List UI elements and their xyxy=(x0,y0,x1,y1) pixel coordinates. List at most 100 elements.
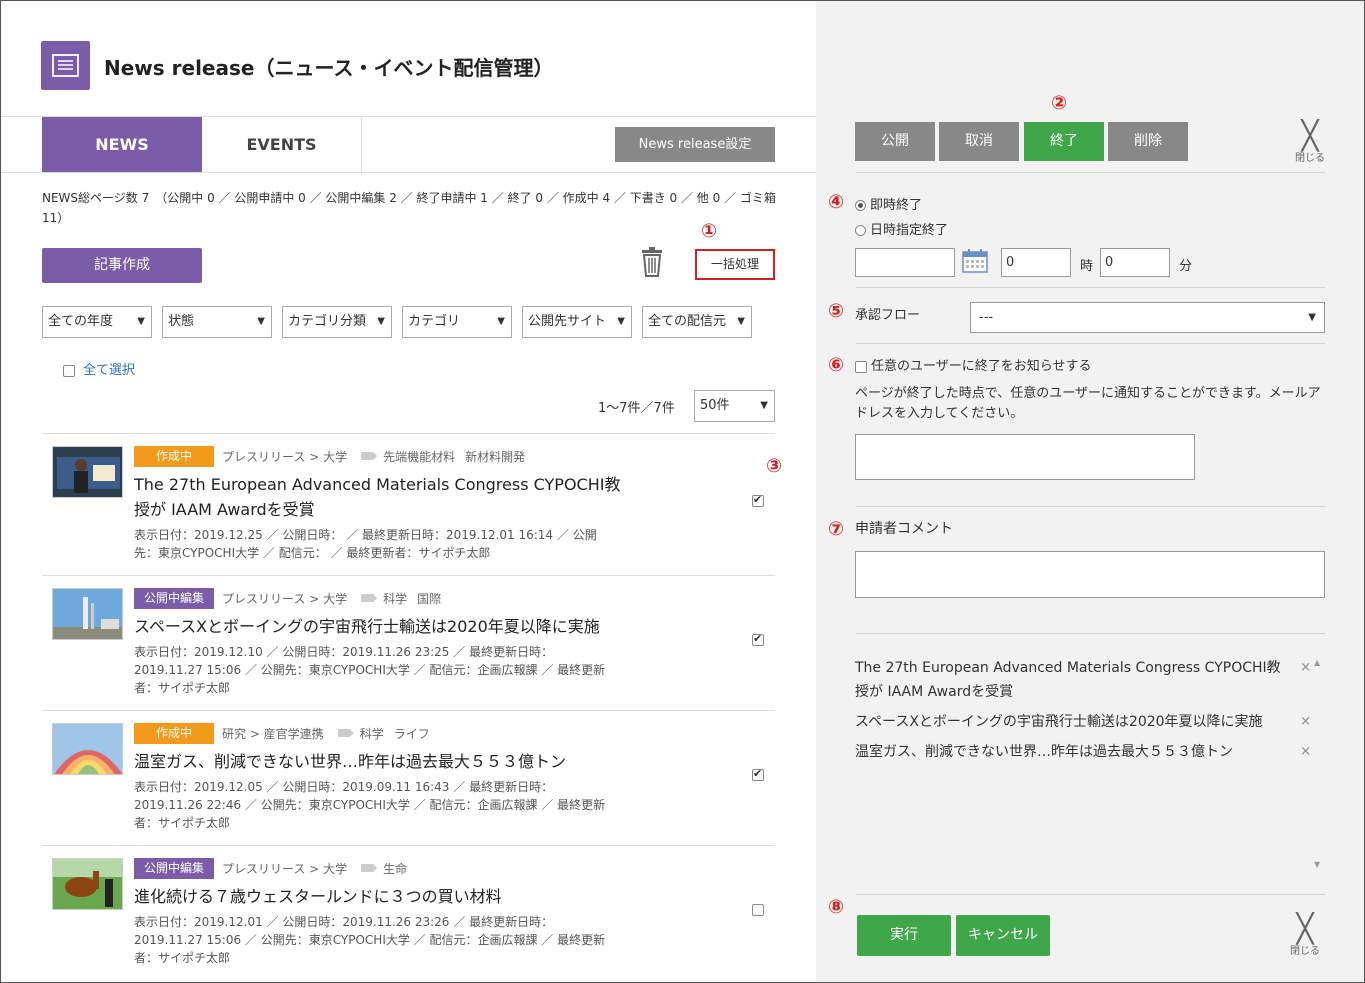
end-scheduled-option[interactable]: 日時指定終了 xyxy=(855,219,948,238)
filter-year-select[interactable]: 全ての年度 ▼ xyxy=(42,306,152,338)
end-date-input[interactable] xyxy=(855,248,955,277)
chevron-down-icon: ▼ xyxy=(257,316,265,327)
divider xyxy=(856,287,1325,288)
remove-icon[interactable]: × xyxy=(1300,710,1311,734)
paging-count: 1〜7件／7件 xyxy=(598,401,675,416)
item-category: プレスリリース > 大学 xyxy=(222,591,348,606)
item-title[interactable]: スペースXとボーイングの宇宙飛行士輸送は2020年夏以降に実施 xyxy=(134,614,624,639)
scroll-down-icon[interactable]: ▼ xyxy=(1314,860,1320,869)
item-meta-line: 作成中 プレスリリース > 大学 先端機能材料 新材料開発 xyxy=(134,444,634,468)
notify-help-text: ページが終了した時点で、任意のユーザーに通知することができます。メールアドレスを… xyxy=(855,386,1321,421)
trash-icon[interactable] xyxy=(639,247,665,277)
thumbnail-award xyxy=(52,446,123,498)
filter-source-value: 全ての配信元 xyxy=(648,314,727,329)
notify-option[interactable]: 任意のユーザーに終了をお知らせする xyxy=(855,355,1091,374)
filter-status-value: 状態 xyxy=(168,314,195,329)
end-immediate-option[interactable]: 即時終了 xyxy=(855,194,922,213)
tab-events[interactable]: EVENTS xyxy=(202,117,362,173)
per-page-select[interactable]: 50件 ▼ xyxy=(694,390,775,422)
item-meta-line: 公開中編集 プレスリリース > 大学 生命 xyxy=(134,856,634,880)
news-app-icon xyxy=(41,41,90,90)
select-all[interactable]: 全て選択 xyxy=(63,359,135,378)
tab-news[interactable]: NEWS xyxy=(42,117,202,173)
select-all-label[interactable]: 全て選択 xyxy=(83,363,135,378)
close-button-top[interactable]: ╳ 閉じる xyxy=(1290,122,1330,165)
item-title[interactable]: The 27th European Advanced Materials Con… xyxy=(134,472,624,522)
withdraw-button[interactable]: 取消 xyxy=(939,122,1019,161)
approval-flow-label: 承認フロー xyxy=(855,308,921,323)
cancel-button[interactable]: キャンセル xyxy=(956,915,1050,956)
tag-icon xyxy=(361,452,378,460)
list-item[interactable]: 作成中 プレスリリース > 大学 先端機能材料 新材料開発 The 27th Eu… xyxy=(42,433,775,575)
select-all-checkbox[interactable] xyxy=(63,364,75,377)
close-button-bottom[interactable]: ╳ 閉じる xyxy=(1285,912,1325,958)
scroll-up-icon[interactable]: ▲ xyxy=(1314,658,1320,667)
chevron-down-icon: ▼ xyxy=(497,316,505,327)
bulk-process-button[interactable]: 一括処理 xyxy=(695,249,775,280)
item-tag: 科学 xyxy=(359,726,384,741)
chevron-down-icon: ▼ xyxy=(760,400,768,411)
filter-category-class-select[interactable]: カテゴリ分類 ▼ xyxy=(282,306,392,338)
close-label: 閉じる xyxy=(1290,946,1320,957)
item-meta: 表示日付：2019.12.05 ／ 公開日時：2019.09.11 16:43 … xyxy=(134,780,606,830)
close-icon: ╳ xyxy=(1296,912,1314,945)
marker-5: ⑤ xyxy=(827,300,845,322)
remove-icon[interactable]: × xyxy=(1300,656,1311,680)
marker-7: ⑦ xyxy=(827,518,845,540)
tabs-divider xyxy=(1,172,816,173)
list-item[interactable]: 作成中 研究 > 産官学連携 科学 ライフ 温室ガス、削減できない世界…昨年は過去… xyxy=(42,710,775,845)
thumbnail-rocket xyxy=(52,588,123,640)
applicant-comment-label: 申請者コメント xyxy=(855,521,953,537)
remove-icon[interactable]: × xyxy=(1300,740,1311,764)
notify-label: 任意のユーザーに終了をお知らせする xyxy=(871,359,1092,374)
news-release-settings-button[interactable]: News release設定 xyxy=(615,127,775,162)
marker-6: ⑥ xyxy=(827,354,845,376)
status-badge: 公開中編集 xyxy=(134,857,214,879)
radio-scheduled[interactable] xyxy=(855,225,866,236)
filter-category-value: カテゴリ xyxy=(408,314,461,329)
filter-source-select[interactable]: 全ての配信元 ▼ xyxy=(642,306,752,338)
item-meta-line: 公開中編集 プレスリリース > 大学 科学 国際 xyxy=(134,586,634,610)
item-title[interactable]: 進化続ける７歳ウェスタールンドに３つの買い材料 xyxy=(134,884,624,909)
marker-8: ⑧ xyxy=(827,896,845,918)
item-category: プレスリリース > 大学 xyxy=(222,861,348,876)
close-label: 閉じる xyxy=(1295,153,1325,164)
notify-checkbox[interactable] xyxy=(855,360,867,373)
approval-flow-select[interactable]: --- ▼ xyxy=(970,302,1325,333)
filter-status-select[interactable]: 状態 ▼ xyxy=(162,306,272,338)
selected-items-list: The 27th European Advanced Materials Con… xyxy=(855,656,1325,872)
page-count-summary: NEWS総ページ数 7 （公開中 0 ／ 公開申請中 0 ／ 公開中編集 2 ／… xyxy=(42,191,776,225)
end-scheduled-label: 日時指定終了 xyxy=(870,223,949,238)
end-hour-input[interactable]: 0 xyxy=(1001,248,1071,277)
row-checkbox[interactable] xyxy=(752,904,764,916)
delete-button[interactable]: 削除 xyxy=(1108,122,1188,161)
divider xyxy=(856,506,1325,507)
row-checkbox[interactable] xyxy=(752,767,764,781)
item-tag: 生命 xyxy=(383,861,408,876)
selected-item: スペースXとボーイングの宇宙飛行士輸送は2020年夏以降に実施 × xyxy=(855,710,1325,734)
filter-site-select[interactable]: 公開先サイト ▼ xyxy=(522,306,632,338)
news-list-pane: News release（ニュース・イベント配信管理） NEWS EVENTS … xyxy=(1,1,816,982)
radio-immediate[interactable] xyxy=(855,200,866,211)
filter-category-select[interactable]: カテゴリ ▼ xyxy=(402,306,512,338)
per-page-value: 50件 xyxy=(700,398,730,413)
end-minute-input[interactable]: 0 xyxy=(1100,248,1170,277)
selected-item: The 27th European Advanced Materials Con… xyxy=(855,656,1325,704)
app-frame: News release（ニュース・イベント配信管理） NEWS EVENTS … xyxy=(0,0,1365,983)
list-item[interactable]: 公開中編集 プレスリリース > 大学 科学 国際 スペースXとボーイングの宇宙飛行… xyxy=(42,575,775,710)
calendar-icon[interactable] xyxy=(962,249,988,273)
notify-emails-textarea[interactable] xyxy=(855,434,1195,480)
applicant-comment-textarea[interactable] xyxy=(855,551,1325,598)
end-button[interactable]: 終了 xyxy=(1024,122,1104,161)
row-checkbox[interactable] xyxy=(752,493,764,507)
row-checkbox[interactable] xyxy=(752,632,764,646)
publish-button[interactable]: 公開 xyxy=(855,122,935,161)
approval-flow-value: --- xyxy=(979,310,994,325)
execute-button[interactable]: 実行 xyxy=(857,915,951,956)
create-article-button[interactable]: 記事作成 xyxy=(42,248,202,283)
status-badge: 公開中編集 xyxy=(134,587,214,609)
chevron-down-icon: ▼ xyxy=(137,316,145,327)
list-item[interactable]: 公開中編集 プレスリリース > 大学 生命 進化続ける７歳ウェスタールンドに３つ… xyxy=(42,845,775,980)
item-title[interactable]: 温室ガス、削減できない世界…昨年は過去最大５５３億トン xyxy=(134,749,624,774)
tag-icon xyxy=(361,864,378,872)
